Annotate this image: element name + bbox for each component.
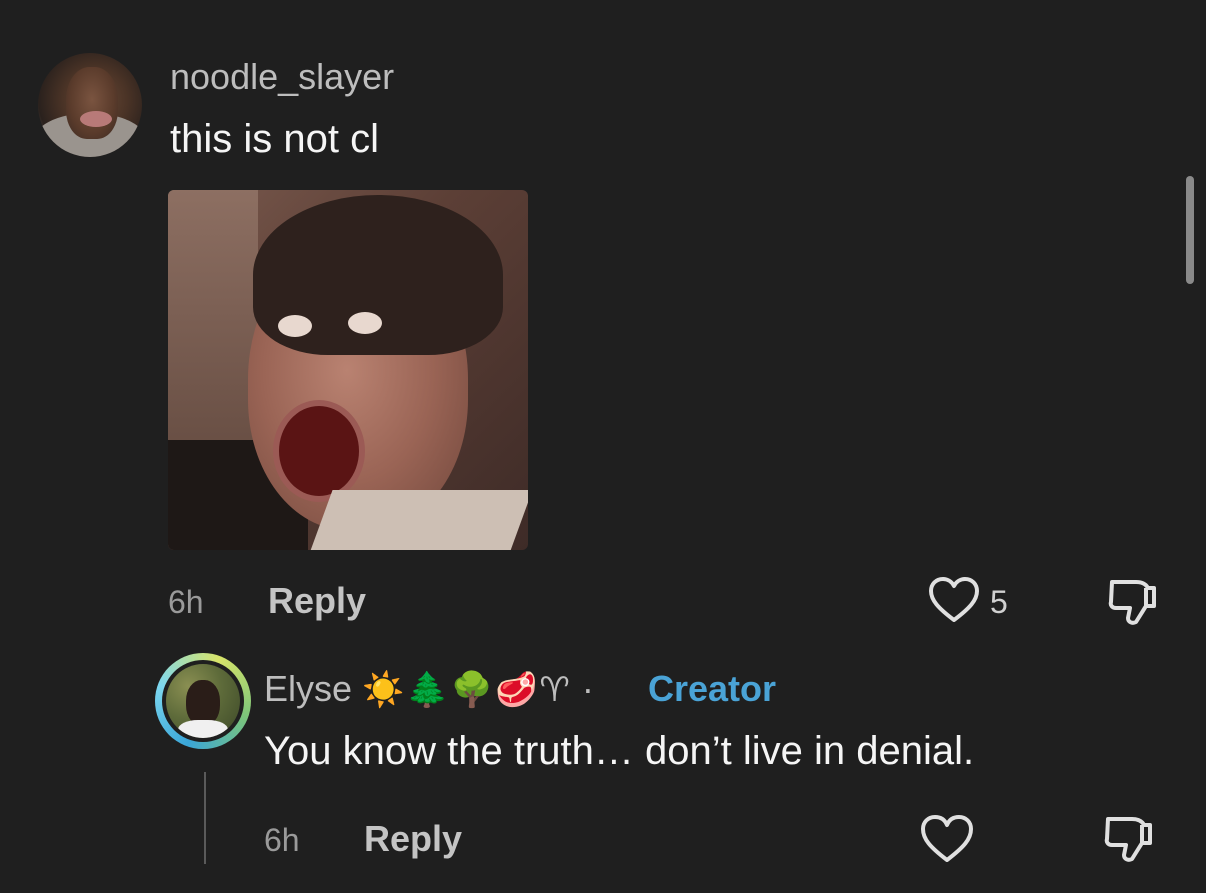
comment-meme-image[interactable] [168,190,528,550]
thumbs-down-icon[interactable] [1102,812,1156,866]
comment-like-count: 5 [990,584,1008,620]
thumbs-down-icon[interactable] [1106,576,1160,628]
thread-connector-line [204,772,206,864]
comment-text: this is not cl [170,117,379,161]
comment-reply-button[interactable]: Reply [268,580,366,622]
separator-dot: · [581,668,594,709]
reply-timestamp: 6h [264,822,300,858]
reply-username-row: Elyse ☀️🌲🌳🥩♈ · [264,668,604,710]
elyse-avatar[interactable] [155,653,251,749]
reply-text: You know the truth… don’t live in denial… [264,729,975,773]
comment-timestamp: 6h [168,584,204,620]
heart-icon[interactable] [920,814,974,864]
heart-icon[interactable] [928,576,980,624]
creator-badge: Creator [648,668,777,709]
reply-reply-button[interactable]: Reply [364,818,462,860]
comment-username[interactable]: noodle_slayer [170,56,394,98]
reply-username[interactable]: Elyse [264,668,352,709]
noodle-slayer-avatar[interactable] [38,53,142,157]
username-emojis: ☀️🌲🌳🥩♈ [362,671,572,709]
comment-thread: noodle_slayer this is not cl 6h Reply 5 … [0,0,1206,893]
scrollbar[interactable] [1186,176,1194,284]
